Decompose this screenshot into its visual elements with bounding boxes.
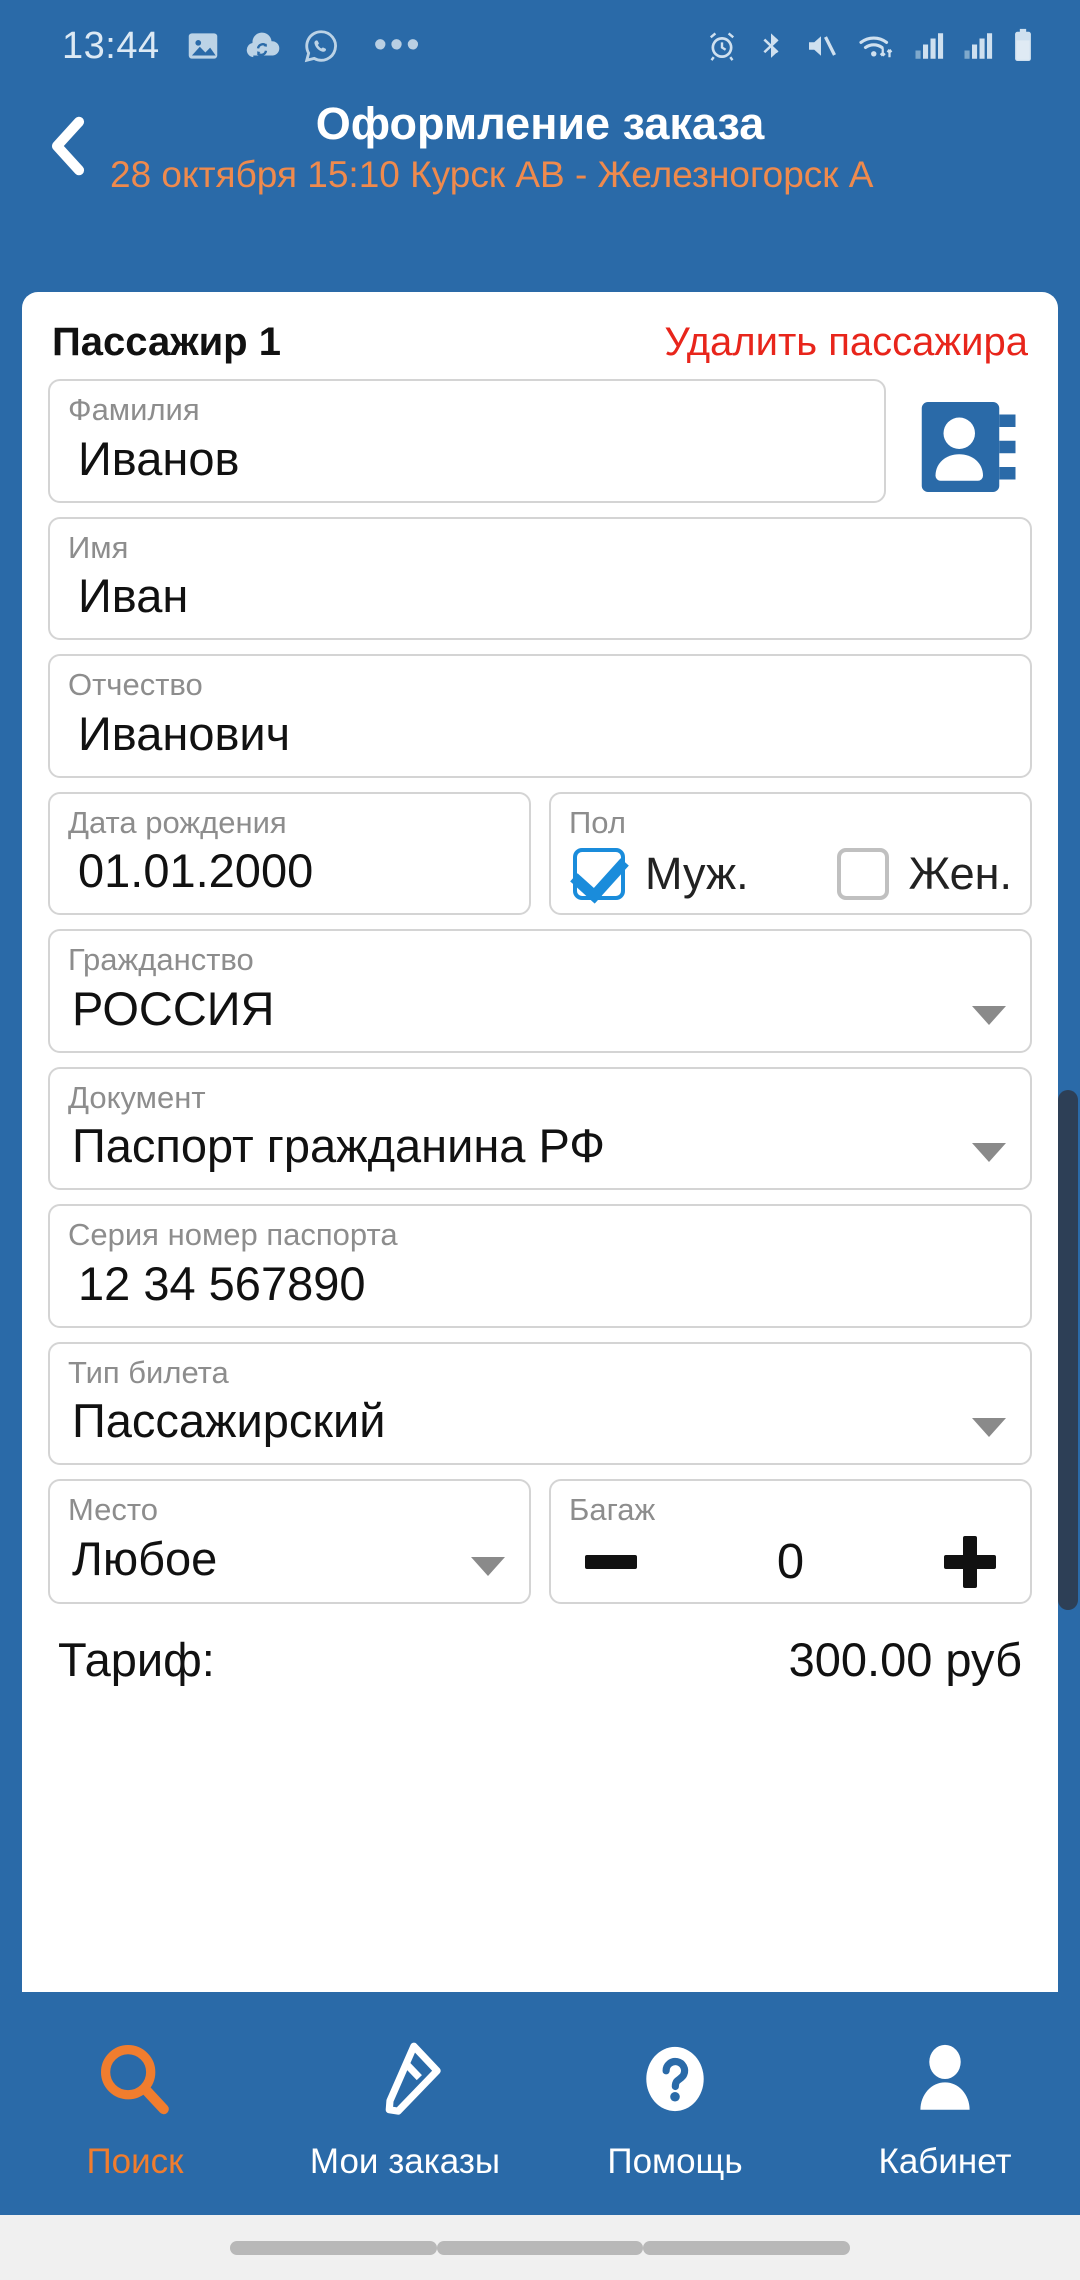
mute-icon	[809, 36, 836, 56]
gesture-pill-back[interactable]	[230, 2240, 437, 2255]
tariff-label: Тариф:	[58, 1632, 215, 1686]
chevron-down-icon	[972, 1005, 1006, 1025]
passport-number-field[interactable]: Серия номер паспорта 12 34 567890	[48, 1204, 1032, 1328]
baggage-increment-button[interactable]	[943, 1535, 996, 1588]
status-bar-notification-icons: •••	[184, 24, 423, 67]
bluetooth-icon	[763, 33, 779, 58]
ticket-icon	[385, 2042, 441, 2115]
wifi-icon	[859, 36, 893, 58]
chevron-down-icon	[972, 1143, 1006, 1162]
birthdate-gender-row: Дата рождения 01.01.2000 Пол Муж. Жен.	[48, 791, 1032, 930]
ticket-type-select[interactable]: Тип билета Пассажирский	[48, 1341, 1032, 1465]
overflow-dots-icon: •••	[373, 24, 423, 67]
alarm-icon	[709, 32, 735, 61]
patronymic-field[interactable]: Отчество Иванович	[48, 654, 1032, 778]
tariff-value: 300.00 руб	[788, 1632, 1022, 1686]
baggage-stepper-controls: 0	[569, 1530, 1012, 1590]
document-label: Документ	[68, 1079, 206, 1115]
nav-label-my-orders: Мои заказы	[309, 2142, 501, 2181]
person-icon	[920, 2044, 970, 2110]
surname-field[interactable]: Фамилия Иванов	[48, 379, 886, 503]
baggage-count: 0	[776, 1534, 805, 1589]
document-value: Паспорт гражданина РФ	[72, 1119, 606, 1173]
ticket-type-label: Тип билета	[68, 1354, 229, 1390]
vertical-scrollbar-thumb[interactable]	[1058, 1090, 1078, 1610]
document-select[interactable]: Документ Паспорт гражданина РФ	[48, 1066, 1032, 1190]
app-header: Оформление заказа 28 октября 15:10 Курск…	[0, 92, 1080, 210]
bottom-navigation: Поиск Мои заказы Помощь Кабинет	[0, 2005, 1080, 2215]
seat-select[interactable]: Место Любое	[48, 1479, 531, 1604]
passport-number-value: 12 34 567890	[78, 1256, 366, 1310]
cloud-sync-icon	[246, 32, 279, 58]
citizenship-select[interactable]: Гражданство РОССИЯ	[48, 929, 1032, 1053]
surname-value: Иванов	[78, 431, 240, 485]
passport-number-label: Серия номер паспорта	[68, 1217, 398, 1252]
patronymic-label: Отчество	[68, 667, 203, 702]
nav-item-help[interactable]: Помощь	[540, 2038, 810, 2182]
gender-female-label: Жен.	[908, 848, 1012, 900]
gender-male-label: Муж.	[645, 848, 749, 900]
firstname-field[interactable]: Имя Иван	[48, 516, 1032, 640]
baggage-label: Багаж	[569, 1492, 656, 1527]
seat-label: Место	[68, 1492, 159, 1527]
baggage-stepper: Багаж 0	[549, 1479, 1032, 1604]
page-title: Оформление заказа	[315, 98, 765, 149]
whatsapp-icon	[304, 30, 337, 63]
seat-baggage-row: Место Любое Багаж 0	[48, 1479, 1032, 1618]
battery-icon	[1015, 28, 1031, 62]
seat-value: Любое	[72, 1531, 218, 1585]
trip-subtitle: 28 октября 15:10 Курск АВ - Железногорск…	[110, 154, 874, 195]
delete-passenger-link[interactable]: Удалить пассажира	[664, 320, 1028, 365]
form-scroll-area[interactable]: Пассажир 1 Удалить пассажира Фамилия Ива…	[0, 210, 1080, 1992]
passenger-card: Пассажир 1 Удалить пассажира Фамилия Ива…	[22, 292, 1058, 1992]
nav-label-help: Помощь	[607, 2142, 743, 2181]
ticket-type-value: Пассажирский	[72, 1394, 386, 1448]
surname-label: Фамилия	[68, 392, 200, 427]
chevron-down-icon	[972, 1418, 1006, 1437]
gender-label: Пол	[569, 804, 626, 840]
status-bar-clock: 13:44	[62, 24, 160, 67]
passenger-card-header: Пассажир 1 Удалить пассажира	[48, 314, 1032, 379]
question-circle-icon	[646, 2046, 704, 2112]
address-book-icon	[921, 402, 1016, 492]
system-gesture-bar	[0, 2215, 1080, 2280]
gender-field: Пол Муж. Жен.	[549, 791, 1032, 915]
status-bar-system-icons	[704, 27, 1036, 65]
birthdate-field[interactable]: Дата рождения 01.01.2000	[48, 791, 531, 915]
gender-male-checkbox[interactable]	[573, 848, 625, 901]
patronymic-value: Иванович	[78, 706, 291, 760]
tariff-row: Тариф: 300.00 руб	[48, 1618, 1032, 1687]
nav-label-search: Поиск	[86, 2142, 184, 2181]
signal-icon-2	[964, 33, 993, 59]
birthdate-value: 01.01.2000	[78, 844, 314, 898]
chevron-down-icon	[471, 1556, 505, 1576]
gender-female-checkbox[interactable]	[836, 848, 889, 901]
passenger-title: Пассажир 1	[52, 320, 281, 364]
signal-icon	[915, 33, 944, 59]
gender-options: Муж. Жен.	[569, 848, 1012, 901]
firstname-value: Иван	[78, 569, 189, 623]
status-bar: 13:44 •••	[0, 0, 1080, 92]
pick-from-contacts-button[interactable]	[904, 383, 1032, 511]
baggage-decrement-button[interactable]	[585, 1554, 637, 1569]
nav-item-search[interactable]: Поиск	[0, 2038, 270, 2182]
firstname-label: Имя	[68, 529, 129, 565]
search-icon	[101, 2045, 169, 2115]
gesture-pill-recents[interactable]	[643, 2240, 851, 2255]
surname-row: Фамилия Иванов	[48, 379, 1032, 517]
citizenship-label: Гражданство	[68, 942, 254, 977]
citizenship-value: РОССИЯ	[72, 981, 275, 1035]
nav-item-account[interactable]: Кабинет	[810, 2038, 1080, 2182]
nav-label-account: Кабинет	[878, 2142, 1012, 2181]
birthdate-label: Дата рождения	[68, 804, 287, 840]
nav-item-my-orders[interactable]: Мои заказы	[270, 2038, 540, 2182]
gesture-pill-home[interactable]	[436, 2240, 644, 2255]
gallery-icon	[188, 33, 217, 59]
